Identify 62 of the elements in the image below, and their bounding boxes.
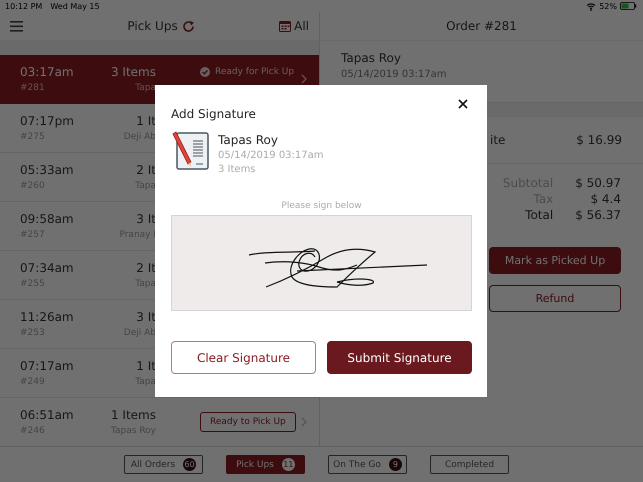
status-date: Wed May 15 xyxy=(50,2,100,10)
order-time: 07:34am xyxy=(20,261,74,275)
sign-prompt: Please sign below xyxy=(281,201,362,211)
item-count: 2 It xyxy=(136,261,156,275)
total-value: $ 4.4 xyxy=(590,192,621,206)
calendar-icon xyxy=(279,20,292,32)
wifi-icon xyxy=(586,2,596,10)
list-title: Pick Ups xyxy=(127,19,178,33)
check-circle-icon xyxy=(200,67,210,77)
item-count: 2 It xyxy=(136,163,156,177)
battery-percent: 52% xyxy=(599,2,617,10)
tab[interactable]: All Orders 60 xyxy=(124,455,203,474)
count-badge: 60 xyxy=(183,458,196,471)
order-date: 05/14/2019 03:17am xyxy=(218,150,324,161)
close-button[interactable] xyxy=(458,99,468,109)
item-count: 3 Items xyxy=(218,164,257,175)
customer-name: Tapa xyxy=(135,83,156,93)
item-count: 1 Items xyxy=(110,408,156,422)
count-badge: 9 xyxy=(388,458,402,471)
item-count: 1 It xyxy=(136,359,156,373)
tab[interactable]: Completed xyxy=(430,455,509,474)
dialog-title: Add Signature xyxy=(171,107,256,121)
menu-icon[interactable] xyxy=(10,20,23,32)
order-time: 06:51am xyxy=(20,408,74,422)
order-time: 07:17am xyxy=(20,359,74,373)
tab[interactable]: Pick Ups 11 xyxy=(226,455,305,474)
date-filter-button[interactable]: All xyxy=(279,19,309,33)
item-count: 3 It xyxy=(136,310,156,324)
document-pencil-icon xyxy=(171,131,209,171)
tab[interactable]: On The Go 9 xyxy=(328,455,407,474)
battery-icon xyxy=(620,2,637,10)
order-number: #281 xyxy=(20,83,45,93)
total-label: Total xyxy=(525,208,554,222)
total-value: $ 56.37 xyxy=(575,208,621,222)
order-status: Ready for Pick Up xyxy=(215,67,294,77)
order-time: 05:33am xyxy=(20,163,74,177)
customer-name: Tapas Roy xyxy=(218,133,279,147)
mark-picked-up-button[interactable]: Mark as Picked Up xyxy=(489,247,621,274)
item-count: 1 It xyxy=(136,114,156,128)
item-count: 3 It xyxy=(136,212,156,226)
clear-signature-button[interactable]: Clear Signature xyxy=(171,341,316,374)
ready-button[interactable]: Ready to Pick Up xyxy=(200,412,296,432)
count-badge: 11 xyxy=(282,458,295,471)
close-icon xyxy=(458,99,468,109)
chevron-right-icon xyxy=(301,417,307,427)
order-time: 03:17am xyxy=(20,65,74,79)
signature-pad[interactable] xyxy=(171,215,472,311)
submit-signature-button[interactable]: Submit Signature xyxy=(327,341,472,374)
item-count: 3 Items xyxy=(110,65,156,79)
order-time: 07:17pm xyxy=(20,114,74,128)
refund-button[interactable]: Refund xyxy=(489,285,621,312)
chevron-right-icon xyxy=(301,74,307,84)
refresh-icon[interactable] xyxy=(182,20,195,32)
clock-time: 10:12 PM xyxy=(5,2,42,10)
customer-name: Tapas Roy xyxy=(341,51,402,65)
item-name: ite xyxy=(490,133,506,147)
item-price: $ 16.99 xyxy=(576,133,622,147)
order-title: Order #281 xyxy=(320,12,643,41)
total-value: $ 50.97 xyxy=(575,176,621,190)
order-date: 05/14/2019 03:17am xyxy=(341,69,448,80)
order-time: 11:26am xyxy=(20,310,74,324)
order-time: 09:58am xyxy=(20,212,74,226)
